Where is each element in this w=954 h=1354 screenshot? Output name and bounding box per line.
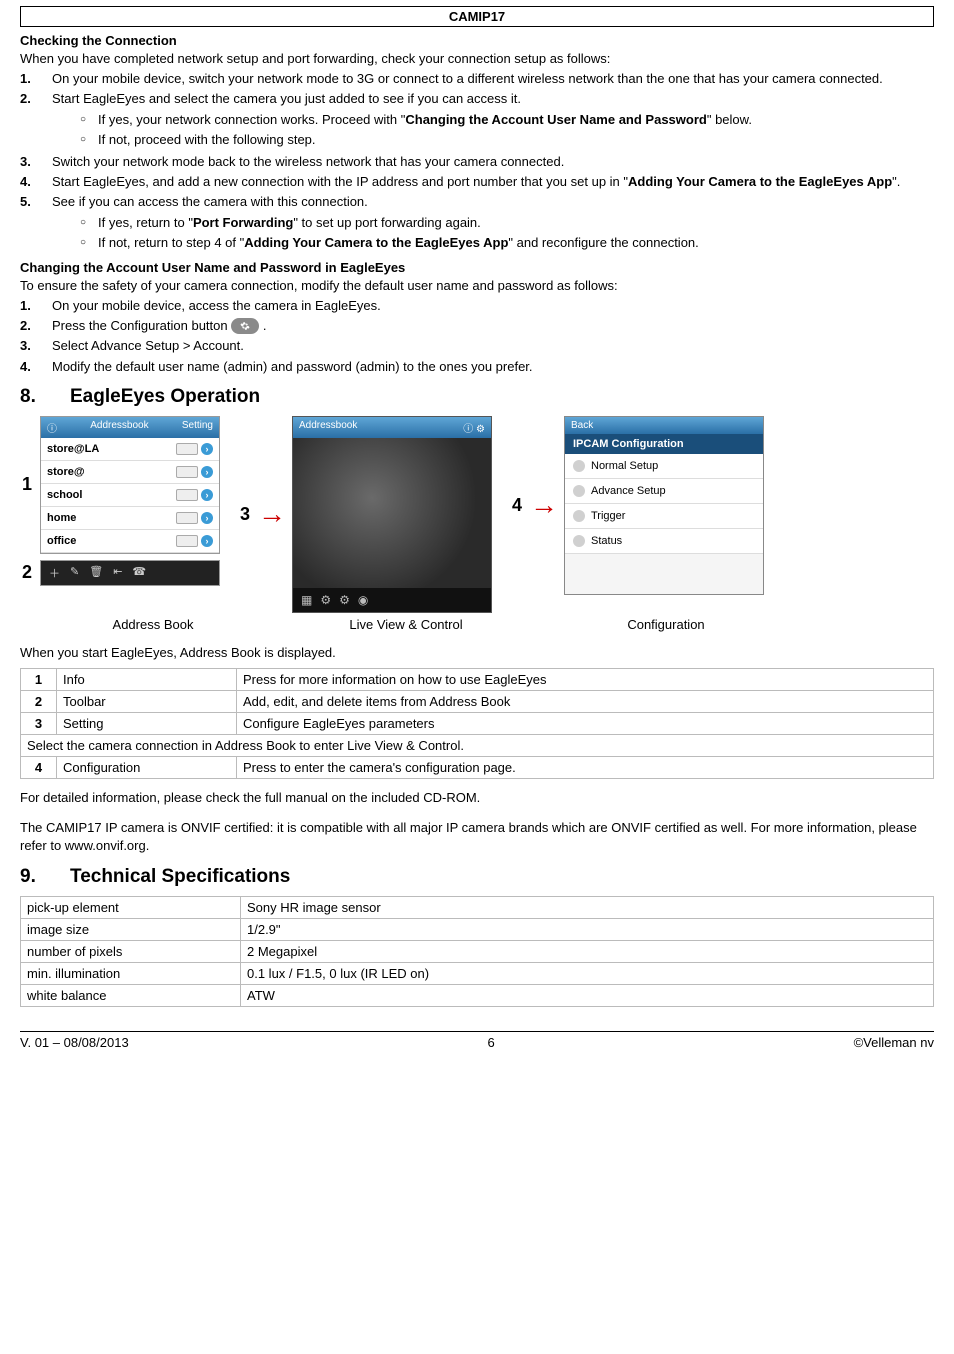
gear-icon: ⚙ (320, 593, 331, 607)
label-4: 4 (510, 495, 524, 516)
config-item: Status (591, 535, 622, 547)
section-checking-title: Checking the Connection (20, 33, 934, 48)
table-row: min. illumination0.1 lux / F1.5, 0 lux (… (21, 962, 934, 984)
section8-after2: The CAMIP17 IP camera is ONVIF certified… (20, 819, 934, 855)
back-button: Back (571, 420, 593, 431)
table-row: number of pixels2 Megapixel (21, 940, 934, 962)
ab-row-label: store@ (47, 466, 85, 478)
header-title: CAMIP17 (449, 9, 505, 24)
sub-item: If not, return to step 4 of "Adding Your… (80, 234, 934, 252)
edit-icon: ✎ (70, 565, 79, 581)
list-marker: 4. (20, 173, 52, 191)
config-item: Advance Setup (591, 485, 666, 497)
config-item: Normal Setup (591, 460, 658, 472)
table-row: 1 Info Press for more information on how… (21, 669, 934, 691)
grid-icon: ▦ (301, 593, 312, 607)
table-row: pick-up elementSony HR image sensor (21, 896, 934, 918)
sub-item: If yes, return to "Port Forwarding" to s… (80, 214, 934, 232)
main-content: Checking the Connection When you have co… (0, 33, 954, 1025)
screenshots-row: 1 ⓘ Addressbook Setting store@LA› store@… (20, 416, 934, 613)
setting-button: Setting (182, 420, 213, 435)
list-text: Select Advance Setup > Account. (52, 337, 934, 355)
list-marker: 1. (20, 297, 52, 315)
gear-icon (231, 318, 259, 334)
list-text: On your mobile device, switch your netwo… (52, 70, 934, 88)
label-1: 1 (20, 474, 34, 495)
section-changing-title: Changing the Account User Name and Passw… (20, 260, 934, 275)
label-2: 2 (20, 562, 34, 583)
footer-version: V. 01 – 08/08/2013 (20, 1035, 129, 1050)
section-checking-intro: When you have completed network setup an… (20, 50, 934, 68)
ab-row-label: school (47, 489, 82, 501)
list-marker: 3. (20, 337, 52, 355)
caption-config: Configuration (566, 617, 766, 632)
caption-liveview: Live View & Control (306, 617, 506, 632)
table-row: image size1/2.9" (21, 918, 934, 940)
list-text: Modify the default user name (admin) and… (52, 358, 934, 376)
list-text: Switch your network mode back to the wir… (52, 153, 934, 171)
config-item: Trigger (591, 510, 625, 522)
sub-item: If yes, your network connection works. P… (80, 111, 934, 129)
plus-icon: ＋ (49, 565, 60, 581)
ab-row-label: office (47, 535, 76, 547)
page-footer: V. 01 – 08/08/2013 6 ©Velleman nv (20, 1031, 934, 1050)
table-row: white balanceATW (21, 984, 934, 1006)
list-text: See if you can access the camera with th… (52, 193, 934, 254)
footer-page-number: 6 (488, 1035, 495, 1050)
spec-table: pick-up elementSony HR image sensor imag… (20, 896, 934, 1007)
list-marker: 4. (20, 358, 52, 376)
table-row: 2 Toolbar Add, edit, and delete items fr… (21, 691, 934, 713)
list-marker: 1. (20, 70, 52, 88)
titlebar-title: Addressbook (299, 420, 357, 435)
caption-addressbook: Address Book (46, 617, 260, 632)
sub-item: If not, proceed with the following step. (80, 131, 934, 149)
page-header: CAMIP17 (20, 6, 934, 27)
titlebar-icons: ⓘ ⚙ (463, 420, 485, 435)
screenshot-liveview: Addressbook ⓘ ⚙ ▦ ⚙ ⚙ ◉ (292, 416, 492, 613)
list-marker: 2. (20, 317, 52, 335)
titlebar-title: Addressbook (90, 420, 148, 435)
info-icon: ⓘ (47, 420, 57, 435)
import-icon: ⇤ (113, 565, 122, 581)
table-row: 3 Setting Configure EagleEyes parameters (21, 713, 934, 735)
table-row: Select the camera connection in Address … (21, 735, 934, 757)
trash-icon: 🗑 (89, 565, 103, 581)
gear-icon: ⚙ (339, 593, 350, 607)
arrow-icon: → (258, 498, 286, 530)
footer-copyright: ©Velleman nv (854, 1035, 934, 1050)
list-marker: 5. (20, 193, 52, 254)
section-changing-list: 1. On your mobile device, access the cam… (20, 297, 934, 376)
list-text: On your mobile device, access the camera… (52, 297, 934, 315)
config-header: IPCAM Configuration (565, 434, 763, 454)
list-text: Press the Configuration button . (52, 317, 934, 335)
section-checking-list: 1. On your mobile device, switch your ne… (20, 70, 934, 254)
ab-row-label: store@LA (47, 443, 99, 455)
camera-icon: ◉ (358, 593, 368, 607)
list-text: Start EagleEyes and select the camera yo… (52, 90, 934, 151)
section-8-heading: 8.EagleEyes Operation (20, 386, 934, 408)
section-changing-intro: To ensure the safety of your camera conn… (20, 277, 934, 295)
list-marker: 2. (20, 90, 52, 151)
list-marker: 3. (20, 153, 52, 171)
screenshot-config: Back IPCAM Configuration Normal Setup Ad… (564, 416, 764, 595)
device-icon: ☎ (132, 565, 146, 581)
section8-table: 1 Info Press for more information on how… (20, 668, 934, 779)
ab-row-label: home (47, 512, 76, 524)
table-row: 4 Configuration Press to enter the camer… (21, 757, 934, 779)
screenshot-toolbar: ＋ ✎ 🗑 ⇤ ☎ (40, 560, 220, 586)
list-text: Start EagleEyes, and add a new connectio… (52, 173, 934, 191)
section8-after1: For detailed information, please check t… (20, 789, 934, 807)
arrow-icon: → (530, 489, 558, 521)
section-9-heading: 9.Technical Specifications (20, 866, 934, 888)
section8-para: When you start EagleEyes, Address Book i… (20, 644, 934, 662)
label-3: 3 (238, 504, 252, 525)
screenshot-captions: Address Book Live View & Control Configu… (20, 617, 934, 632)
screenshot-addressbook: ⓘ Addressbook Setting store@LA› store@› … (40, 416, 220, 554)
